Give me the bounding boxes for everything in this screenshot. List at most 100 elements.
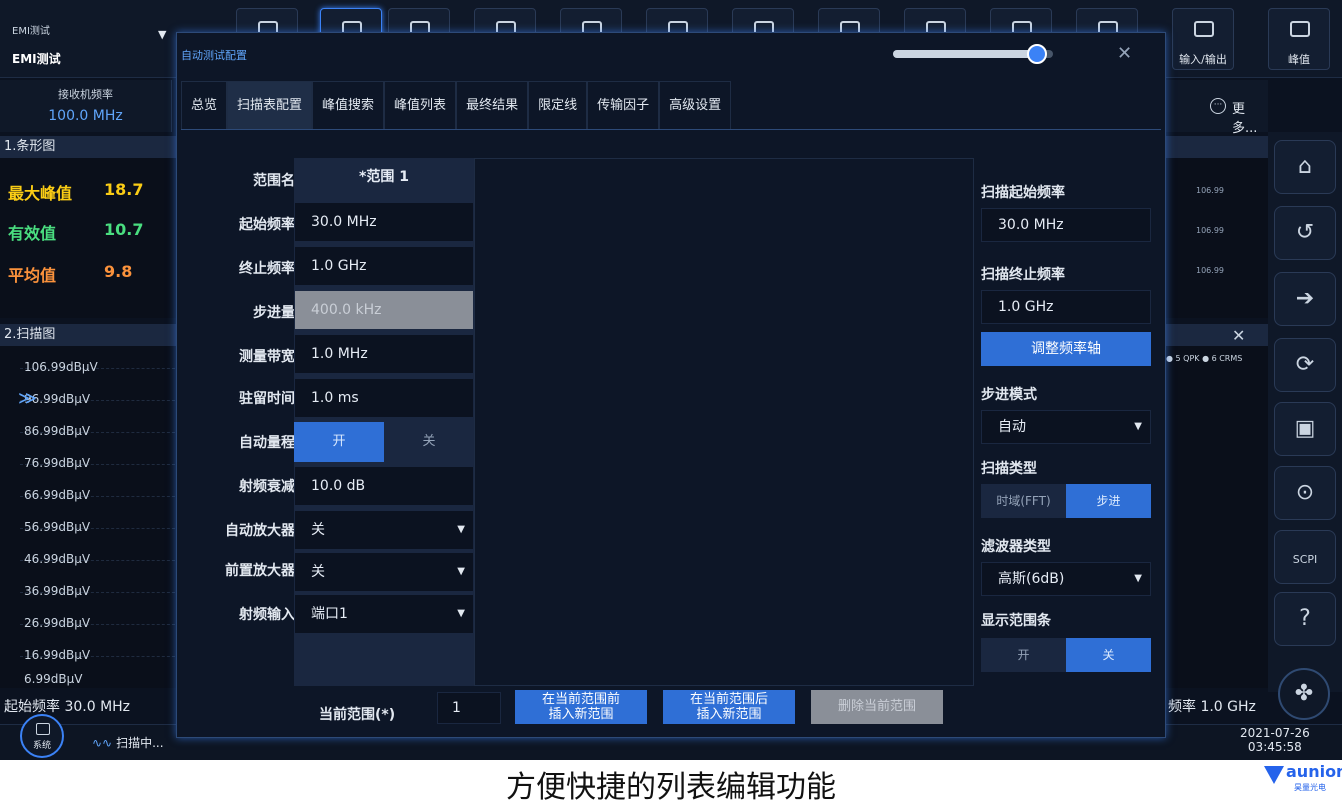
scpi-icon: SCPI [1292, 553, 1318, 566]
rf-atten-input[interactable]: 10.0 dB [294, 466, 474, 506]
scan-stop-label: 扫描终止频率 [981, 267, 1065, 283]
bar-chart-title: 1.条形图 [0, 136, 180, 158]
scan-start-input[interactable]: 30.0 MHz [981, 208, 1151, 242]
bar-row-value: 9.8 [104, 262, 133, 281]
refresh-button[interactable]: ⟳ [1274, 338, 1336, 392]
system-label: 系统 [32, 741, 51, 751]
y-tick-label: 106.99dBµV [24, 360, 98, 374]
io-label: 输入/输出 [1179, 53, 1227, 66]
window-icon: ▣ [1294, 416, 1316, 441]
tab-peak-search[interactable]: 峰值搜索 [312, 81, 385, 129]
show-range-on[interactable]: 开 [981, 638, 1066, 672]
bar-tick: 106.99 [1196, 226, 1224, 235]
receiver-frequency-title: 接收机频率 [58, 88, 113, 101]
home-button[interactable]: ⌂ [1274, 140, 1336, 194]
start-freq-label: 起始频率 [239, 217, 295, 233]
bar-chart-panel: 最大峰值 18.7 有效值 10.7 平均值 9.8 [0, 158, 180, 318]
trace-legend: ● 5 QPK ● 6 CRMS [1166, 354, 1243, 363]
window-button[interactable]: ▣ [1274, 402, 1336, 456]
tab-advanced[interactable]: 高级设置 [659, 81, 732, 129]
insert-before-button[interactable]: 在当前范围前 插入新范围 [515, 690, 647, 724]
receiver-frequency[interactable]: 接收机频率 100.0 MHz [0, 80, 172, 132]
insert-before-line1: 在当前范围前 [541, 692, 620, 707]
step-mode-select[interactable]: 自动 ▼ [981, 410, 1151, 444]
scan-stop-input[interactable]: 1.0 GHz [981, 290, 1151, 324]
show-range-toggle: 开 关 [981, 638, 1151, 672]
scan-close-icon[interactable]: ✕ [1232, 326, 1245, 345]
undo-button[interactable]: ↺ [1274, 206, 1336, 260]
preamp-select[interactable]: 关 ▼ [294, 552, 474, 592]
tab-final-result[interactable]: 最终结果 [456, 81, 529, 129]
bar-row-max-peak: 最大峰值 18.7 [8, 180, 143, 204]
tab-transducer[interactable]: 传输因子 [587, 81, 660, 129]
stop-freq-input[interactable]: 1.0 GHz [294, 246, 474, 286]
slider-knob[interactable] [1027, 44, 1047, 64]
tab-peak-list[interactable]: 峰值列表 [384, 81, 457, 129]
adjust-freq-axis-button[interactable]: 调整频率轴 [981, 332, 1151, 366]
chevron-down-icon: ▼ [457, 524, 465, 535]
auto-range-toggle: 开 关 [294, 422, 474, 462]
chevron-down-icon[interactable]: ▼ [158, 28, 166, 41]
bar-tick: 106.99 [1196, 266, 1224, 275]
filter-type-select[interactable]: 高斯(6dB) ▼ [981, 562, 1151, 596]
peak-button[interactable]: 峰值 [1268, 8, 1330, 70]
current-range-label: 当前范围(*) [319, 707, 396, 723]
auto-range-on[interactable]: 开 [294, 422, 384, 462]
clock-date: 2021-07-26 [1240, 726, 1310, 740]
more-button[interactable]: ··· 更多... [1166, 80, 1268, 136]
chevron-down-icon: ▼ [457, 608, 465, 619]
preamp-value: 关 [311, 564, 325, 580]
auto-range-label: 自动量程 [239, 435, 295, 451]
current-range-input[interactable]: 1 [437, 692, 501, 724]
more-icon: ··· [1210, 98, 1226, 114]
bar-row-label: 平均值 [8, 266, 57, 285]
clock-time: 03:45:58 [1247, 740, 1302, 754]
range-name-label: 范围名 [253, 173, 295, 189]
help-icon: ? [1299, 606, 1311, 631]
bar-row-label: 最大峰值 [8, 184, 73, 203]
stop-frequency-label: 频率 1.0 GHz [1168, 699, 1256, 715]
y-tick-label: 36.99dBµV [24, 584, 91, 598]
dwell-input[interactable]: 1.0 ms [294, 378, 474, 418]
dialog-title: 自动测试配置 [181, 49, 247, 62]
app-mode-select[interactable]: EMI测试 [12, 50, 61, 67]
preamp-label: 前置放大器 [225, 563, 295, 579]
bar-row-value: 18.7 [104, 180, 144, 199]
home-icon: ⌂ [1298, 154, 1312, 179]
insert-after-button[interactable]: 在当前范围后 插入新范围 [663, 690, 795, 724]
range-preview-area [474, 158, 974, 686]
meas-bw-input[interactable]: 1.0 MHz [294, 334, 474, 374]
bar-row-value: 10.7 [104, 220, 144, 239]
expand-arrow-icon[interactable]: ≫ [18, 388, 37, 409]
step-label: 步进量 [253, 305, 295, 321]
start-freq-input[interactable]: 30.0 MHz [294, 202, 474, 242]
scan-chart-head-right [1166, 324, 1268, 346]
peak-label: 峰值 [1288, 53, 1310, 66]
dialog-close-icon[interactable]: ✕ [1117, 43, 1132, 64]
bar-row-rms: 有效值 10.7 [8, 220, 143, 244]
y-tick-label: 16.99dBµV [24, 648, 91, 662]
help-button[interactable]: ? [1274, 592, 1336, 646]
show-range-off[interactable]: 关 [1066, 638, 1151, 672]
bar-row-label: 有效值 [8, 224, 57, 243]
opacity-slider[interactable] [893, 44, 1053, 64]
tab-scan-table[interactable]: 扫描表配置 [227, 81, 313, 129]
auto-range-off[interactable]: 关 [384, 422, 474, 462]
auto-amp-select[interactable]: 关 ▼ [294, 510, 474, 550]
main-menu-button[interactable]: ✤ [1278, 668, 1330, 720]
rf-input-select[interactable]: 端口1 ▼ [294, 594, 474, 634]
scan-type-step[interactable]: 步进 [1066, 484, 1151, 518]
scan-chart-right: ● 5 QPK ● 6 CRMS [1166, 346, 1268, 688]
tab-limit-line[interactable]: 限定线 [528, 81, 588, 129]
y-tick-label: 26.99dBµV [24, 616, 91, 630]
system-button[interactable]: 系统 [20, 714, 64, 758]
io-button[interactable]: 输入/输出 [1172, 8, 1234, 70]
undo-icon: ↺ [1295, 220, 1315, 245]
tab-overview[interactable]: 总览 [181, 81, 228, 129]
scan-type-fft[interactable]: 时域(FFT) [981, 484, 1066, 518]
screenshot-button[interactable]: ⊙ [1274, 466, 1336, 520]
scpi-button[interactable]: SCPI [1274, 530, 1336, 584]
next-button[interactable]: ➔ [1274, 272, 1336, 326]
logo-mark-icon [1264, 766, 1284, 784]
show-range-label: 显示范围条 [981, 613, 1051, 629]
